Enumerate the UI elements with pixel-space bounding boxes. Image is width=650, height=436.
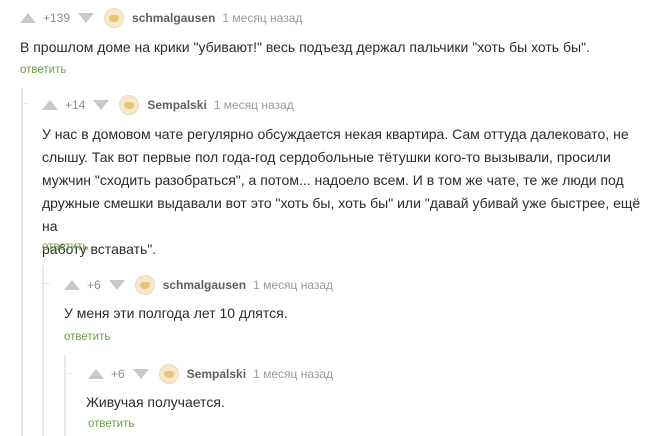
thread-line — [42, 283, 50, 284]
comment-header: +139 schmalgausen 1 месяц назад — [20, 8, 302, 28]
upvote-icon[interactable] — [64, 280, 80, 290]
comment-text-line: У нас в домовом чате регулярно обсуждает… — [42, 126, 629, 142]
reply-button[interactable]: ответить — [88, 418, 134, 430]
avatar[interactable] — [104, 8, 125, 28]
thread-line — [64, 373, 72, 374]
downvote-icon[interactable] — [78, 13, 95, 23]
thread-line — [21, 88, 23, 436]
comment-rating: +14 — [65, 98, 86, 112]
upvote-icon[interactable] — [20, 13, 36, 23]
comment-text: У нас в домовом чате регулярно обсуждает… — [42, 123, 642, 261]
comment-text: Живучая получается. — [86, 394, 225, 410]
avatar[interactable] — [119, 95, 140, 115]
comment-author[interactable]: schmalgausen — [132, 11, 215, 25]
reply-button[interactable]: ответить — [64, 331, 110, 343]
thread-line — [21, 103, 29, 104]
downvote-icon[interactable] — [93, 100, 110, 110]
reply-button[interactable]: ответить — [42, 241, 88, 253]
comment-text-line: слышу. Так вот первые пол года-год сердо… — [42, 149, 611, 165]
avatar-face-icon — [163, 370, 174, 378]
upvote-icon[interactable] — [88, 369, 104, 379]
comment-time[interactable]: 1 месяц назад — [222, 11, 302, 25]
comment-author[interactable]: Sempalski — [187, 367, 246, 381]
avatar-face-icon — [109, 14, 120, 22]
comment-header: +6 Sempalski 1 месяц назад — [88, 364, 333, 384]
downvote-icon[interactable] — [132, 369, 149, 379]
avatar-face-icon — [124, 101, 135, 109]
comment-text-line: мужчин "сходить разобраться", а потом...… — [42, 172, 624, 188]
avatar-face-icon — [139, 281, 150, 289]
comment-rating: +139 — [43, 11, 71, 25]
downvote-icon[interactable] — [108, 280, 125, 290]
comment-time[interactable]: 1 месяц назад — [253, 367, 333, 381]
avatar[interactable] — [158, 364, 179, 384]
comment-text: В прошлом доме на крики "убивают!" весь … — [20, 39, 590, 55]
thread-line — [42, 265, 44, 436]
thread-line — [64, 355, 66, 436]
reply-button[interactable]: ответить — [20, 64, 66, 76]
comment-author[interactable]: schmalgausen — [163, 278, 246, 292]
comment-time[interactable]: 1 месяц назад — [253, 278, 333, 292]
comment-text-line: дружные смешки выдавали вот это "хоть бы… — [42, 195, 641, 234]
comment-rating: +6 — [111, 367, 125, 381]
comment-author[interactable]: Sempalski — [147, 98, 206, 112]
comment-header: +14 Sempalski 1 месяц назад — [42, 95, 294, 115]
upvote-icon[interactable] — [42, 100, 58, 110]
comment-time[interactable]: 1 месяц назад — [214, 98, 294, 112]
comment-rating: +6 — [87, 278, 101, 292]
comment-header: +6 schmalgausen 1 месяц назад — [64, 275, 333, 295]
comment-text: У меня эти полгода лет 10 длятся. — [64, 305, 288, 321]
avatar[interactable] — [134, 275, 155, 295]
comment-text-line: работу вставать". — [42, 241, 157, 257]
